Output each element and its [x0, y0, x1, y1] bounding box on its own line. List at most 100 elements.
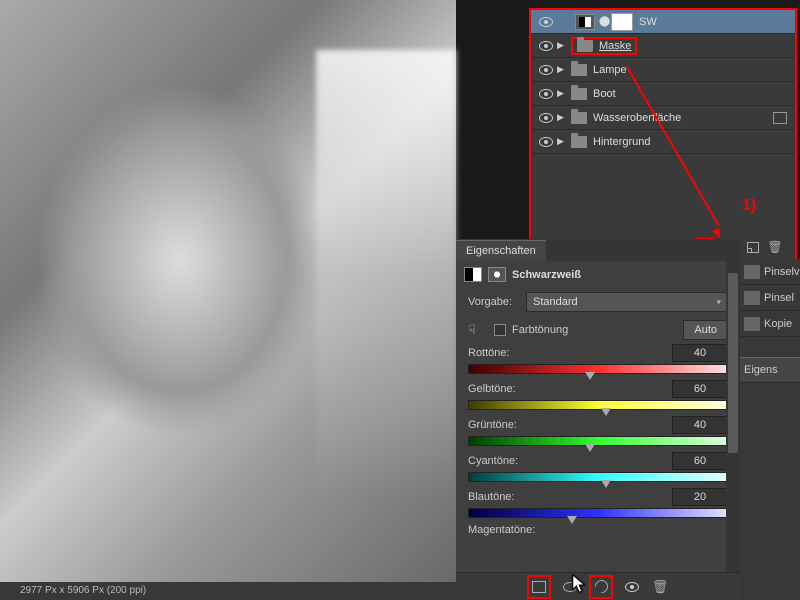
expand-toggle[interactable]: ▶ [557, 136, 571, 147]
right-collapsed-panels: Pinselv Pinsel Kopie Eigens [740, 259, 800, 600]
slider-label: Blautöne: [468, 491, 672, 503]
slider-thumb[interactable] [601, 480, 611, 488]
bw-adjustment-icon[interactable] [464, 267, 482, 282]
properties-footer: 🗑 [456, 572, 740, 600]
targeted-adjust-icon[interactable]: ☟ [468, 322, 486, 338]
clone-icon [744, 317, 760, 331]
visibility-toggle[interactable] [535, 17, 557, 27]
link-icon: ⬤ [599, 16, 609, 27]
scrollbar-thumb[interactable] [728, 273, 738, 453]
layer-name-label: Wasseroberfläche [593, 112, 681, 124]
tint-label: Farbtönung [512, 324, 568, 336]
eye-icon [539, 113, 553, 123]
magenta-slider-label: Magentatöne: [468, 524, 728, 536]
brush-icon [744, 265, 760, 279]
slider-label: Rottöne: [468, 347, 672, 359]
mask-mode-icon[interactable] [488, 267, 506, 282]
eye-icon [539, 41, 553, 51]
folder-icon [571, 112, 587, 124]
layer-name-label: Maske [599, 40, 631, 52]
slider-value-input[interactable]: 60 [672, 380, 728, 398]
properties-header: Schwarzweiß [456, 261, 740, 288]
slider-green: Grüntöne:40 [468, 416, 728, 446]
reset-icon [592, 577, 610, 595]
folder-icon [571, 64, 587, 76]
preset-label: Vorgabe: [468, 296, 526, 308]
new-layer-icon[interactable] [747, 242, 759, 253]
reset-button[interactable] [589, 575, 613, 599]
slider-thumb[interactable] [601, 408, 611, 416]
slider-value-input[interactable]: 20 [672, 488, 728, 506]
delete-adjustment-icon[interactable]: 🗑 [651, 578, 669, 596]
slider-value-input[interactable]: 40 [672, 344, 728, 362]
slider-red: Rottöne:40 [468, 344, 728, 374]
visibility-toggle[interactable] [535, 89, 557, 99]
slider-thumb[interactable] [585, 372, 595, 380]
trash-icon[interactable]: 🗑 [767, 239, 783, 255]
expand-toggle[interactable]: ▶ [557, 40, 571, 51]
annotation-1: 1) [742, 197, 756, 215]
layer-name-label: SW [639, 16, 657, 28]
layer-row-sw[interactable]: ⬤ SW [531, 10, 795, 34]
cursor-pointer-icon [571, 573, 589, 595]
expand-toggle[interactable]: ▶ [557, 88, 571, 99]
canvas-status-bar: 2977 Px x 5906 Px (200 ppi) [0, 582, 456, 600]
layer-name-label: Lampe [593, 64, 627, 76]
copy-indicator-icon [773, 112, 787, 124]
slider-blue: Blautöne:20 [468, 488, 728, 518]
clip-to-layer-button[interactable] [527, 575, 551, 599]
adjustment-title: Schwarzweiß [512, 269, 581, 281]
layer-row-maske[interactable]: ▶ Maske [531, 34, 795, 58]
brush-presets-panel-button[interactable]: Pinselv [740, 259, 800, 285]
clone-source-panel-button[interactable]: Kopie [740, 311, 800, 337]
adjustment-thumbnail[interactable] [575, 14, 595, 30]
layer-highlight: Maske [571, 37, 637, 55]
eye-icon [539, 137, 553, 147]
brush-panel-button[interactable]: Pinsel [740, 285, 800, 311]
expand-toggle[interactable]: ▶ [557, 112, 571, 123]
slider-track[interactable] [468, 436, 728, 446]
slider-track[interactable] [468, 364, 728, 374]
properties-panel: Eigenschaften Schwarzweiß Vorgabe: Stand… [456, 239, 740, 600]
eye-icon [539, 17, 553, 27]
document-canvas[interactable]: torials.de [0, 0, 456, 600]
tint-checkbox[interactable] [494, 324, 506, 336]
brush-icon [744, 291, 760, 305]
slider-track[interactable] [468, 508, 728, 518]
slider-track[interactable] [468, 400, 728, 410]
slider-thumb[interactable] [567, 516, 577, 524]
slider-label: Cyantöne: [468, 455, 672, 467]
layer-name-label: Boot [593, 88, 616, 100]
slider-label: Gelbtöne: [468, 383, 672, 395]
visibility-toggle[interactable] [535, 137, 557, 147]
eye-icon [539, 89, 553, 99]
slider-label: Grüntöne: [468, 419, 672, 431]
slider-thumb[interactable] [585, 444, 595, 452]
preset-dropdown[interactable]: Standard [526, 292, 728, 312]
layer-row-lampe[interactable]: ▶ Lampe [531, 58, 795, 82]
visibility-toggle[interactable] [535, 41, 557, 51]
slider-value-input[interactable]: 40 [672, 416, 728, 434]
properties-scrollbar[interactable] [726, 261, 740, 572]
folder-icon [577, 40, 593, 52]
slider-track[interactable] [468, 472, 728, 482]
properties-tab-bar: Eigenschaften [456, 239, 740, 261]
visibility-toggle[interactable] [535, 113, 557, 123]
expand-toggle[interactable]: ▶ [557, 64, 571, 75]
layer-mask-thumbnail[interactable] [611, 13, 633, 31]
slider-value-input[interactable]: 60 [672, 452, 728, 470]
clip-icon [532, 581, 546, 593]
toggle-visibility-icon[interactable] [623, 578, 641, 596]
layer-row-hintergrund[interactable]: ▶Hintergrund [531, 130, 795, 154]
folder-icon [571, 136, 587, 148]
slider-cyan: Cyantöne:60 [468, 452, 728, 482]
properties-panel-tab[interactable]: Eigens [740, 357, 800, 383]
properties-tab[interactable]: Eigenschaften [456, 240, 546, 261]
folder-icon [571, 88, 587, 100]
eye-icon [539, 65, 553, 75]
layers-panel: ⬤ SW ▶ Maske ▶ Lampe ▶ Boot ▶ Wasseroberfläche ▶Hi… [529, 8, 797, 263]
auto-button[interactable]: Auto [683, 320, 728, 340]
visibility-toggle[interactable] [535, 65, 557, 75]
slider-yellow: Gelbtöne:60 [468, 380, 728, 410]
layer-row-boot[interactable]: ▶ Boot [531, 82, 795, 106]
